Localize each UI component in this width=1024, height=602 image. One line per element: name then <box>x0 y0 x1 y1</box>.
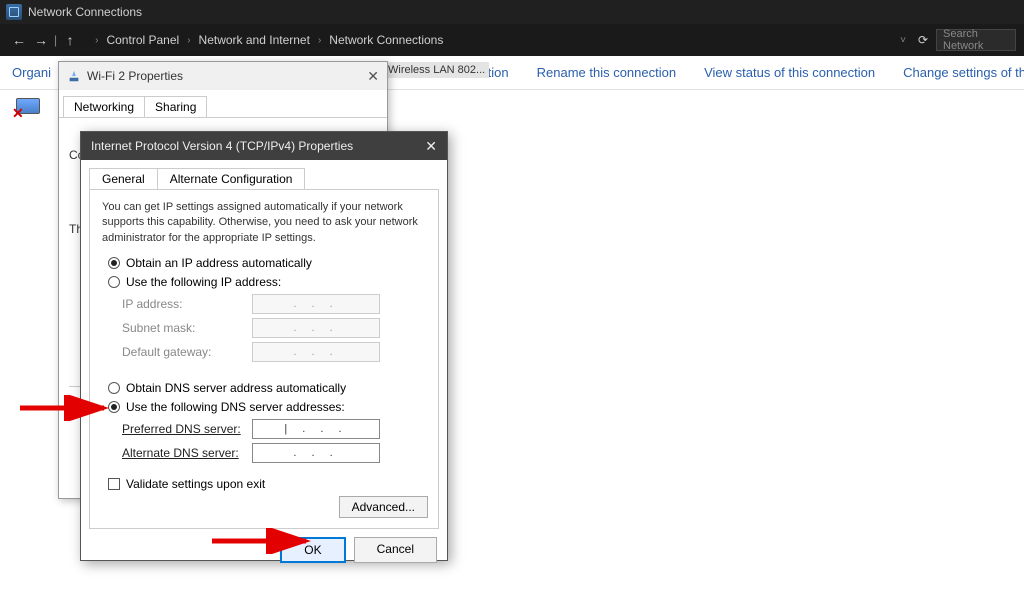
forward-button[interactable]: → <box>30 32 52 48</box>
disabled-x-icon: ✕ <box>12 105 24 122</box>
ipv4-tab-content: You can get IP settings assigned automat… <box>89 189 439 529</box>
ip-address-row: IP address: . . . <box>122 294 426 314</box>
app-icon <box>6 4 22 20</box>
change-settings[interactable]: Change settings of this connection <box>903 65 1024 80</box>
preferred-dns-label: Preferred DNS server: <box>122 422 241 436</box>
advanced-button[interactable]: Advanced... <box>339 496 428 518</box>
default-gateway-label: Default gateway: <box>122 345 252 359</box>
tab-alternate-config[interactable]: Alternate Configuration <box>157 168 306 189</box>
radio-use-ip-label: Use the following IP address: <box>126 275 281 289</box>
chevron-right-icon: › <box>187 35 190 46</box>
ip-address-label: IP address: <box>122 297 252 311</box>
wifi-tabs: Networking Sharing <box>59 90 387 117</box>
default-gateway-row: Default gateway: . . . <box>122 342 426 362</box>
ipv4-dialog-titlebar[interactable]: Internet Protocol Version 4 (TCP/IPv4) P… <box>81 132 447 160</box>
radio-obtain-dns-auto[interactable]: Obtain DNS server address automatically <box>108 381 426 395</box>
wifi-adapter-icon <box>67 69 81 83</box>
tab-sharing[interactable]: Sharing <box>144 96 207 117</box>
dialog-buttons: OK Cancel <box>81 537 447 573</box>
wifi-dialog-title: Wi-Fi 2 Properties <box>87 69 183 83</box>
validate-settings-checkbox[interactable]: Validate settings upon exit <box>108 477 426 491</box>
up-button[interactable]: ↑ <box>59 32 81 48</box>
crumb-network-connections[interactable]: Network Connections <box>323 33 449 47</box>
subnet-mask-input: . . . <box>252 318 380 338</box>
window-title: Network Connections <box>28 5 142 19</box>
radio-icon <box>108 401 120 413</box>
network-adapter-icon: ✕ <box>12 98 44 120</box>
checkbox-icon <box>108 478 120 490</box>
close-icon[interactable]: ✕ <box>367 68 379 85</box>
radio-icon <box>108 276 120 288</box>
subnet-mask-row: Subnet mask: . . . <box>122 318 426 338</box>
default-gateway-input: . . . <box>252 342 380 362</box>
crumb-network-internet[interactable]: Network and Internet <box>193 33 316 47</box>
window-titlebar: Network Connections <box>0 0 1024 24</box>
ipv4-properties-dialog: Internet Protocol Version 4 (TCP/IPv4) P… <box>80 131 448 561</box>
view-status[interactable]: View status of this connection <box>704 65 875 80</box>
rename-connection[interactable]: Rename this connection <box>537 65 676 80</box>
refresh-button[interactable]: ⟳ <box>918 33 928 47</box>
radio-obtain-ip-auto[interactable]: Obtain an IP address automatically <box>108 256 426 270</box>
preferred-dns-input[interactable]: | . . . <box>252 419 380 439</box>
subnet-mask-label: Subnet mask: <box>122 321 252 335</box>
alternate-dns-input[interactable]: . . . <box>252 443 380 463</box>
back-button[interactable]: ← <box>8 32 30 48</box>
ipv4-tabs: General Alternate Configuration <box>81 160 447 189</box>
tab-general[interactable]: General <box>89 168 158 189</box>
close-icon[interactable]: ✕ <box>425 138 437 155</box>
ip-address-input: . . . <box>252 294 380 314</box>
navbar: ← → | ↑ › Control Panel › Network and In… <box>0 24 1024 56</box>
nav-separator: | <box>54 33 57 47</box>
validate-settings-label: Validate settings upon exit <box>126 477 265 491</box>
radio-use-following-ip[interactable]: Use the following IP address: <box>108 275 426 289</box>
ok-button[interactable]: OK <box>280 537 345 563</box>
radio-obtain-ip-label: Obtain an IP address automatically <box>126 256 312 270</box>
wifi-dialog-titlebar[interactable]: Wi-Fi 2 Properties ✕ <box>59 62 387 90</box>
radio-icon <box>108 382 120 394</box>
chevron-right-icon: › <box>318 35 321 46</box>
tab-networking[interactable]: Networking <box>63 96 145 117</box>
chevron-right-icon: › <box>95 35 98 46</box>
search-input[interactable]: Search Network <box>936 29 1016 51</box>
dropdown-chevron-icon[interactable]: ˅ <box>900 35 906 46</box>
ipv4-description: You can get IP settings assigned automat… <box>102 200 426 246</box>
organize-menu[interactable]: Organi <box>12 65 51 80</box>
wireless-lan-label: Wireless LAN 802... <box>384 62 489 78</box>
radio-icon <box>108 257 120 269</box>
radio-use-following-dns[interactable]: Use the following DNS server addresses: <box>108 400 426 414</box>
radio-obtain-dns-label: Obtain DNS server address automatically <box>126 381 346 395</box>
ipv4-dialog-title: Internet Protocol Version 4 (TCP/IPv4) P… <box>91 139 353 153</box>
cancel-button[interactable]: Cancel <box>354 537 437 563</box>
alternate-dns-label: Alternate DNS server: <box>122 446 239 460</box>
crumb-control-panel[interactable]: Control Panel <box>100 33 185 47</box>
radio-use-dns-label: Use the following DNS server addresses: <box>126 400 345 414</box>
preferred-dns-row: Preferred DNS server: | . . . <box>122 419 426 439</box>
alternate-dns-row: Alternate DNS server: . . . <box>122 443 426 463</box>
